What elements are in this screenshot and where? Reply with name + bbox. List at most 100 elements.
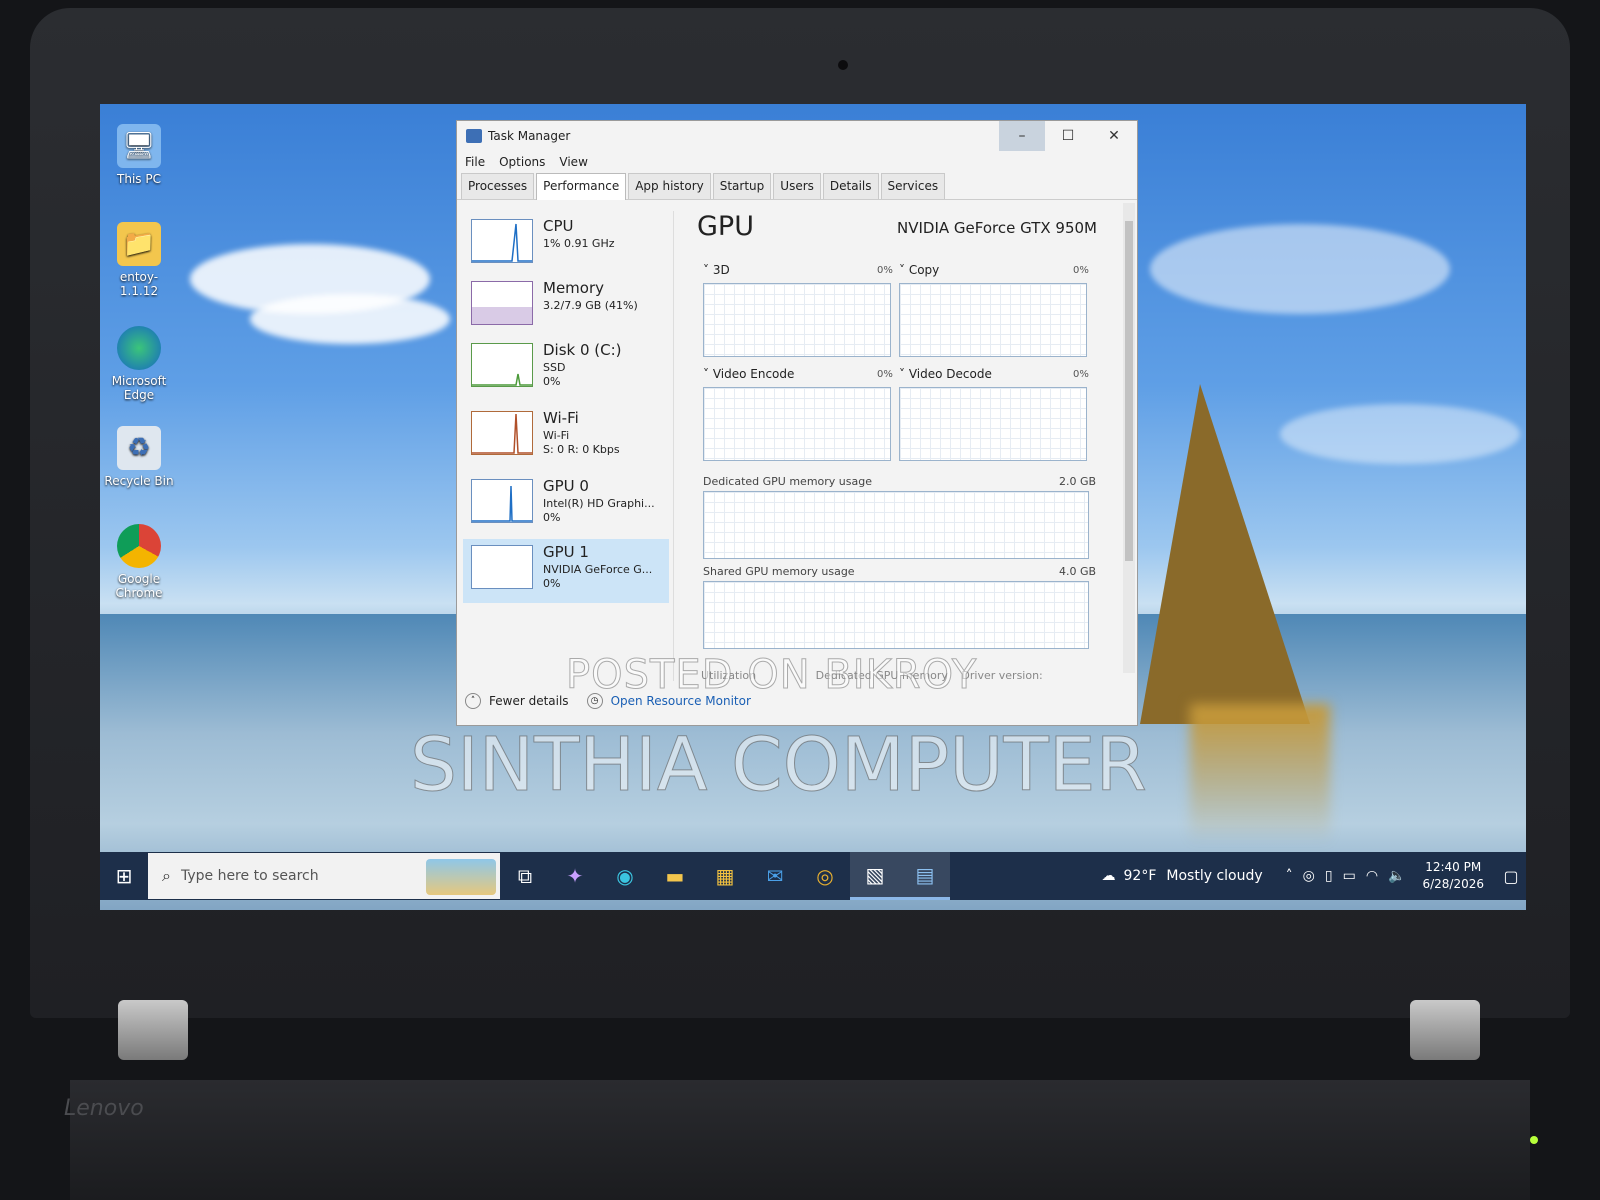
- resource-name: GPU 0: [543, 477, 589, 495]
- resource-detail: NVIDIA GeForce G...: [543, 563, 653, 576]
- wifi-icon[interactable]: ◠: [1366, 868, 1378, 884]
- chrome-icon: [117, 524, 161, 568]
- desktop-icon-chrome[interactable]: Google Chrome: [104, 524, 174, 600]
- folder-icon: ▬: [665, 864, 685, 888]
- hinge-left: [118, 1000, 188, 1060]
- battery-icon[interactable]: ▭: [1343, 868, 1356, 884]
- device-icon[interactable]: ▯: [1325, 868, 1333, 884]
- computer-icon: 🖥: [117, 124, 161, 168]
- tab-users[interactable]: Users: [773, 173, 821, 199]
- power-led: [1530, 1136, 1538, 1144]
- store-icon: ▦: [715, 864, 735, 888]
- resource-item-memory[interactable]: Memory 3.2/7.9 GB (41%): [463, 275, 669, 339]
- desktop-icon-ventoy[interactable]: 📁 entoy-1.1.12: [104, 222, 174, 298]
- weather-widget[interactable]: ☁ 92°F Mostly cloudy: [1102, 868, 1263, 884]
- rock: [1140, 384, 1310, 724]
- tab-services[interactable]: Services: [880, 173, 946, 199]
- resource-detail: S: 0 R: 0 Kbps: [543, 443, 620, 456]
- file-explorer-button[interactable]: ▬: [650, 852, 700, 900]
- close-button[interactable]: ✕: [1091, 121, 1137, 151]
- maximize-button[interactable]: ☐: [1045, 121, 1091, 151]
- clock-date: 6/28/2026: [1422, 877, 1484, 891]
- recycle-bin-icon: ♻: [117, 426, 161, 470]
- desktop-icon-this-pc[interactable]: 🖥 This PC: [104, 124, 174, 186]
- resource-detail: SSD: [543, 361, 566, 374]
- search-icon: ⌕: [162, 866, 171, 885]
- desktop-icon-recycle-bin[interactable]: ♻ Recycle Bin: [104, 426, 174, 488]
- brand-logo: Lenovo: [64, 1096, 144, 1121]
- resource-item-disk[interactable]: Disk 0 (C:) SSD 0%: [463, 337, 669, 401]
- menu-options[interactable]: Options: [499, 151, 545, 173]
- volume-icon[interactable]: 🔈: [1388, 868, 1405, 884]
- folder-icon: 📁: [117, 222, 161, 266]
- minimize-button[interactable]: –: [999, 121, 1045, 151]
- store-button[interactable]: ▦: [700, 852, 750, 900]
- weather-desc: Mostly cloudy: [1166, 868, 1263, 884]
- resource-detail: 0%: [543, 375, 561, 388]
- dedicated-memory-graph: [703, 491, 1089, 559]
- gpu-title: GPU: [697, 211, 754, 242]
- notification-center-button[interactable]: ▢: [1496, 867, 1526, 886]
- edge-icon: [117, 326, 161, 370]
- chrome-taskbar-button[interactable]: ◎: [800, 852, 850, 900]
- location-icon[interactable]: ◎: [1303, 868, 1315, 884]
- engine-pct-video-encode: 0%: [877, 369, 893, 380]
- tab-performance[interactable]: Performance: [536, 173, 627, 200]
- resource-detail: 1% 0.91 GHz: [543, 237, 615, 250]
- shared-memory-label: Shared GPU memory usage: [703, 565, 855, 578]
- taskbar-search-box[interactable]: ⌕ Type here to search: [148, 853, 500, 899]
- mail-button[interactable]: ✉: [750, 852, 800, 900]
- graph-video-encode: [703, 387, 891, 461]
- tab-startup[interactable]: Startup: [712, 173, 772, 199]
- chevron-up-icon: ˄: [465, 693, 481, 709]
- engine-pct-video-decode: 0%: [1073, 369, 1089, 380]
- chevron-up-icon[interactable]: ˄: [1286, 868, 1293, 884]
- tab-details[interactable]: Details: [822, 173, 879, 199]
- resource-detail: Intel(R) HD Graphi...: [543, 497, 655, 510]
- cloud: [1150, 224, 1450, 314]
- copilot-button[interactable]: ✦: [550, 852, 600, 900]
- engine-label-3d[interactable]: ˅ 3D: [703, 263, 730, 277]
- engine-label-copy[interactable]: ˅ Copy: [899, 263, 939, 277]
- resource-name: CPU: [543, 217, 574, 235]
- engine-label-video-encode[interactable]: ˅ Video Encode: [703, 367, 794, 381]
- gpu1-thumbnail-graph: [471, 545, 533, 589]
- search-placeholder: Type here to search: [180, 868, 319, 884]
- menu-view[interactable]: View: [559, 151, 587, 173]
- pane-divider: [673, 211, 674, 681]
- dedicated-memory-max: 2.0 GB: [1059, 475, 1097, 488]
- desktop-icon-edge[interactable]: Microsoft Edge: [104, 326, 174, 402]
- tab-app-history[interactable]: App history: [628, 173, 711, 199]
- wifi-thumbnail-graph: [471, 411, 533, 455]
- clock[interactable]: 12:40 PM 6/28/2026: [1422, 859, 1484, 893]
- tab-processes[interactable]: Processes: [461, 173, 535, 199]
- laptop-base: [70, 1080, 1530, 1200]
- app-taskbar-button[interactable]: ▧: [850, 852, 900, 900]
- system-tray: ˄ ◎ ▯ ▭ ◠ 🔈: [1281, 868, 1411, 884]
- resource-name: Wi-Fi: [543, 409, 579, 427]
- resource-item-gpu0[interactable]: GPU 0 Intel(R) HD Graphi... 0%: [463, 473, 669, 537]
- engine-label-video-decode[interactable]: ˅ Video Decode: [899, 367, 992, 381]
- edge-taskbar-button[interactable]: ◉: [600, 852, 650, 900]
- memory-thumbnail-graph: [471, 281, 533, 325]
- resource-item-cpu[interactable]: CPU 1% 0.91 GHz: [463, 213, 669, 277]
- webcam: [838, 60, 848, 70]
- shared-memory-max: 4.0 GB: [1059, 565, 1097, 578]
- scrollbar-thumb[interactable]: [1125, 221, 1133, 561]
- clock-time: 12:40 PM: [1425, 860, 1482, 874]
- title-bar[interactable]: Task Manager – ☐ ✕: [457, 121, 1137, 151]
- scrollbar[interactable]: [1123, 203, 1135, 673]
- task-manager-window: Task Manager – ☐ ✕ File Options View Pro…: [456, 120, 1138, 726]
- menu-file[interactable]: File: [465, 151, 485, 173]
- hinge-right: [1410, 1000, 1480, 1060]
- task-manager-taskbar-button[interactable]: ▤: [900, 852, 950, 900]
- resource-item-gpu1[interactable]: GPU 1 NVIDIA GeForce G... 0%: [463, 539, 669, 603]
- task-view-button[interactable]: ⧉: [500, 852, 550, 900]
- watermark-line1: POSTED ON BIKROY: [565, 652, 978, 699]
- disk-thumbnail-graph: [471, 343, 533, 387]
- fewer-details-link[interactable]: Fewer details: [489, 694, 569, 708]
- resource-item-wifi[interactable]: Wi-Fi Wi-Fi S: 0 R: 0 Kbps: [463, 405, 669, 469]
- search-highlight-image: [426, 859, 496, 895]
- gpu-model: NVIDIA GeForce GTX 950M: [897, 219, 1097, 237]
- start-button[interactable]: ⊞: [100, 852, 148, 900]
